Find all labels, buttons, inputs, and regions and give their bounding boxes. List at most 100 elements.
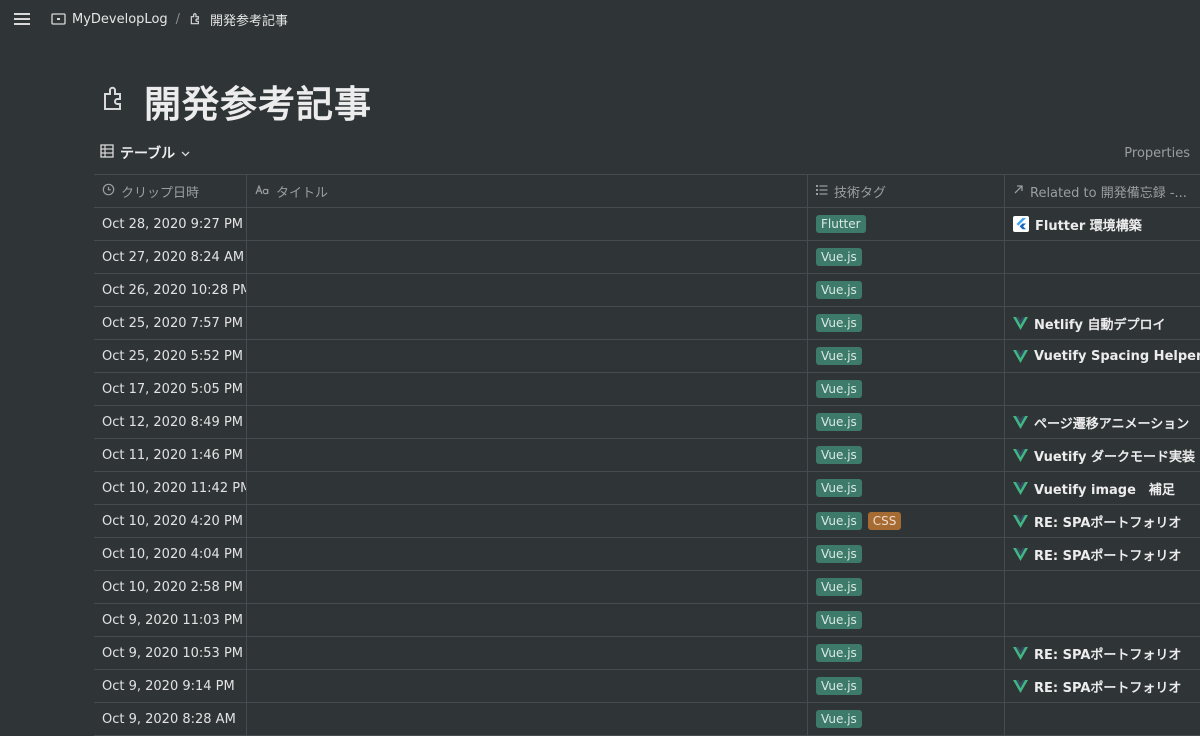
cell-related[interactable]: RE: SPAポートフォリオ [1005, 538, 1200, 570]
table-row[interactable]: Oct 9, 2020 8:28 AM Vue.js [94, 703, 1200, 736]
puzzle-icon[interactable] [100, 84, 130, 118]
cell-tags[interactable]: Vue.js [808, 703, 1005, 735]
cell-tags[interactable]: Vue.js [808, 637, 1005, 669]
cell-related[interactable]: Vuetify Spacing Helper [1005, 340, 1200, 372]
table-row[interactable]: Oct 9, 2020 11:03 PM Vue.js [94, 604, 1200, 637]
cell-tags[interactable]: Vue.js [808, 274, 1005, 306]
cell-tags[interactable]: Vue.js [808, 307, 1005, 339]
table-row[interactable]: Oct 28, 2020 9:27 PM Flutter Flutter 環境構築 [94, 208, 1200, 241]
cell-title[interactable] [247, 439, 808, 471]
table-row[interactable]: Oct 10, 2020 11:42 PM Vue.js Vuetify image… [94, 472, 1200, 505]
cell-title[interactable] [247, 307, 808, 339]
table-row[interactable]: Oct 10, 2020 4:20 PM Vue.js CSS RE: SPAポートフ… [94, 505, 1200, 538]
table-row[interactable]: Oct 25, 2020 5:52 PM Vue.js Vuetify Spacin… [94, 340, 1200, 373]
cell-date[interactable]: Oct 27, 2020 8:24 AM [94, 241, 247, 273]
view-selector[interactable]: テーブル [100, 143, 190, 163]
cell-related[interactable] [1005, 571, 1200, 603]
table-row[interactable]: Oct 26, 2020 10:28 PM Vue.js [94, 274, 1200, 307]
table-row[interactable]: Oct 10, 2020 2:58 PM Vue.js [94, 571, 1200, 604]
cell-title[interactable] [247, 274, 808, 306]
cell-related[interactable]: RE: SPAポートフォリオ [1005, 505, 1200, 537]
cell-related[interactable]: Flutter 環境構築 [1005, 208, 1200, 240]
table-row[interactable]: Oct 11, 2020 1:46 PM Vue.js Vuetify ダークモード… [94, 439, 1200, 472]
cell-tags[interactable]: Flutter [808, 208, 1005, 240]
breadcrumb-workspace[interactable]: MyDevelopLog [46, 9, 172, 29]
cell-tags[interactable]: Vue.js [808, 670, 1005, 702]
cell-date[interactable]: Oct 11, 2020 1:46 PM [94, 439, 247, 471]
cell-related[interactable]: ページ遷移アニメーション [1005, 406, 1200, 438]
cell-related[interactable] [1005, 373, 1200, 405]
cell-title[interactable] [247, 505, 808, 537]
related-page-link[interactable]: Vuetify Spacing Helper [1034, 349, 1200, 364]
cell-date[interactable]: Oct 25, 2020 5:52 PM [94, 340, 247, 372]
cell-date[interactable]: Oct 17, 2020 5:05 PM [94, 373, 247, 405]
breadcrumb-page[interactable]: 開発参考記事 [184, 8, 292, 31]
cell-title[interactable] [247, 703, 808, 735]
cell-tags[interactable]: Vue.js [808, 340, 1005, 372]
cell-related[interactable] [1005, 703, 1200, 735]
related-page-link[interactable]: Vuetify image 補足 [1034, 479, 1175, 498]
cell-related[interactable]: Netlify 自動デプロイ [1005, 307, 1200, 339]
cell-tags[interactable]: Vue.js CSS [808, 505, 1005, 537]
cell-title[interactable] [247, 538, 808, 570]
cell-date[interactable]: Oct 10, 2020 11:42 PM [94, 472, 247, 504]
cell-tags[interactable]: Vue.js [808, 406, 1005, 438]
cell-title[interactable] [247, 340, 808, 372]
related-page-link[interactable]: ページ遷移アニメーション [1034, 413, 1189, 432]
cell-title[interactable] [247, 472, 808, 504]
cell-title[interactable] [247, 637, 808, 669]
table-row[interactable]: Oct 17, 2020 5:05 PM Vue.js [94, 373, 1200, 406]
cell-date[interactable]: Oct 26, 2020 10:28 PM [94, 274, 247, 306]
cell-date[interactable]: Oct 10, 2020 4:04 PM [94, 538, 247, 570]
cell-title[interactable] [247, 373, 808, 405]
cell-date[interactable]: Oct 10, 2020 4:20 PM [94, 505, 247, 537]
column-header-date[interactable]: クリップ日時 [94, 175, 247, 207]
cell-date[interactable]: Oct 9, 2020 9:14 PM [94, 670, 247, 702]
cell-title[interactable] [247, 604, 808, 636]
cell-tags[interactable]: Vue.js [808, 439, 1005, 471]
related-page-link[interactable]: RE: SPAポートフォリオ [1034, 545, 1181, 564]
table-row[interactable]: Oct 12, 2020 8:49 PM Vue.js ページ遷移アニメーション [94, 406, 1200, 439]
cell-title[interactable] [247, 406, 808, 438]
cell-tags[interactable]: Vue.js [808, 472, 1005, 504]
table-row[interactable]: Oct 25, 2020 7:57 PM Vue.js Netlify 自動デプロイ [94, 307, 1200, 340]
cell-date[interactable]: Oct 9, 2020 10:53 PM [94, 637, 247, 669]
cell-related[interactable]: Vuetify image 補足 [1005, 472, 1200, 504]
related-page-link[interactable]: Netlify 自動デプロイ [1034, 314, 1165, 333]
cell-tags[interactable]: Vue.js [808, 373, 1005, 405]
related-page-link[interactable]: Vuetify ダークモード実装 [1034, 446, 1195, 465]
cell-date[interactable]: Oct 9, 2020 11:03 PM [94, 604, 247, 636]
cell-tags[interactable]: Vue.js [808, 538, 1005, 570]
menu-icon[interactable] [14, 12, 32, 26]
table-row[interactable]: Oct 9, 2020 10:53 PM Vue.js RE: SPAポートフォリオ [94, 637, 1200, 670]
cell-title[interactable] [247, 571, 808, 603]
table-row[interactable]: Oct 10, 2020 4:04 PM Vue.js RE: SPAポートフォリオ [94, 538, 1200, 571]
cell-title[interactable] [247, 670, 808, 702]
cell-date[interactable]: Oct 25, 2020 7:57 PM [94, 307, 247, 339]
column-header-tags[interactable]: 技術タグ [808, 175, 1005, 207]
cell-related[interactable]: Vuetify ダークモード実装 [1005, 439, 1200, 471]
cell-date[interactable]: Oct 28, 2020 9:27 PM [94, 208, 247, 240]
related-page-link[interactable]: RE: SPAポートフォリオ [1034, 644, 1181, 663]
cell-date[interactable]: Oct 10, 2020 2:58 PM [94, 571, 247, 603]
cell-tags[interactable]: Vue.js [808, 241, 1005, 273]
cell-related[interactable]: RE: SPAポートフォリオ [1005, 670, 1200, 702]
properties-button[interactable]: Properties [1124, 146, 1190, 161]
cell-title[interactable] [247, 208, 808, 240]
cell-title[interactable] [247, 241, 808, 273]
related-page-link[interactable]: Flutter 環境構築 [1035, 215, 1142, 234]
cell-date[interactable]: Oct 12, 2020 8:49 PM [94, 406, 247, 438]
cell-related[interactable] [1005, 604, 1200, 636]
cell-related[interactable] [1005, 241, 1200, 273]
cell-tags[interactable]: Vue.js [808, 571, 1005, 603]
cell-related[interactable] [1005, 274, 1200, 306]
related-page-link[interactable]: RE: SPAポートフォリオ [1034, 512, 1181, 531]
table-row[interactable]: Oct 27, 2020 8:24 AM Vue.js [94, 241, 1200, 274]
column-header-title[interactable]: タイトル [247, 175, 808, 207]
cell-related[interactable]: RE: SPAポートフォリオ [1005, 637, 1200, 669]
column-header-related[interactable]: Related to 開発備忘録 -... [1005, 175, 1200, 207]
cell-date[interactable]: Oct 9, 2020 8:28 AM [94, 703, 247, 735]
related-page-link[interactable]: RE: SPAポートフォリオ [1034, 677, 1181, 696]
table-row[interactable]: Oct 9, 2020 9:14 PM Vue.js RE: SPAポートフォリオ [94, 670, 1200, 703]
cell-tags[interactable]: Vue.js [808, 604, 1005, 636]
